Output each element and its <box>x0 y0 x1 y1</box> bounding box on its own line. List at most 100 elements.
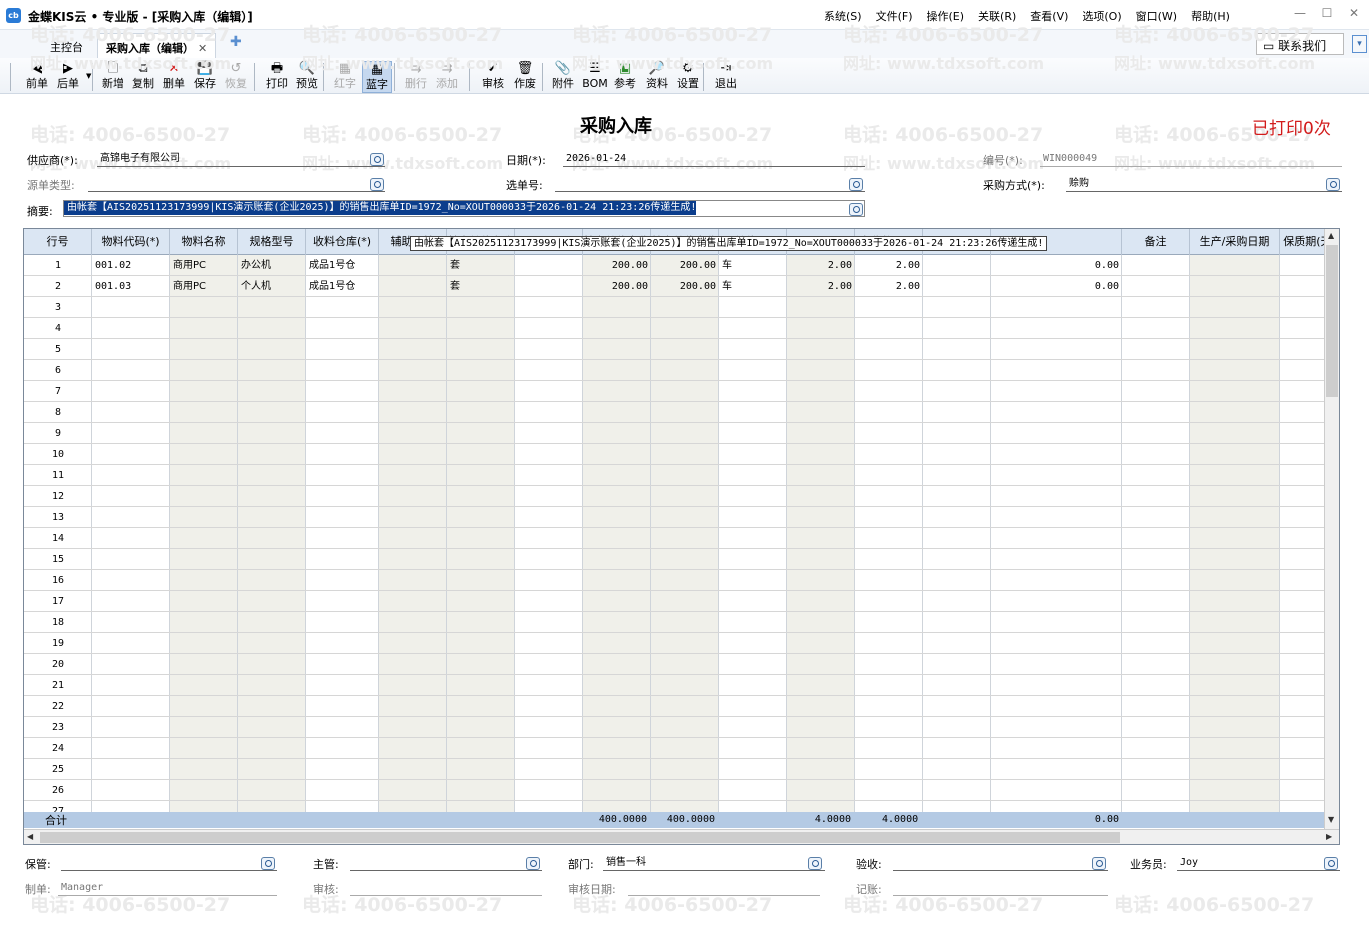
table-row[interactable]: 11 <box>24 465 1324 486</box>
horizontal-scrollbar[interactable]: ◀ ▶ <box>24 829 1339 844</box>
horizontal-scroll-thumb[interactable] <box>40 832 1120 843</box>
column-header[interactable]: 备注 <box>1122 229 1190 255</box>
supplier-field[interactable]: 高锦电子有限公司 <box>97 151 385 167</box>
cell-real_qty[interactable]: 200.00 <box>651 276 719 297</box>
menu-view[interactable]: 查看(V) <box>1030 8 1068 24</box>
column-header[interactable]: 规格型号 <box>238 229 306 255</box>
check-field[interactable] <box>893 855 1108 871</box>
cell-warehouse[interactable]: 成品1号仓 <box>306 255 379 276</box>
column-header[interactable]: 收料仓库(*) <box>306 229 379 255</box>
table-row[interactable]: 5 <box>24 339 1324 360</box>
prev-doc-button[interactable]: ◀ 前单 <box>22 61 52 93</box>
date-field[interactable]: 2026-01-24 <box>563 151 865 167</box>
table-row[interactable]: 25 <box>24 759 1324 780</box>
clerk-field[interactable]: Joy <box>1177 855 1340 871</box>
cell-due_qty[interactable]: 200.00 <box>583 255 651 276</box>
table-row[interactable]: 10 <box>24 444 1324 465</box>
manager-lookup-icon[interactable] <box>526 857 540 870</box>
vertical-scroll-thumb[interactable] <box>1326 245 1338 397</box>
dept-field[interactable]: 销售一科 <box>603 855 825 871</box>
scroll-right-icon[interactable]: ▶ <box>1326 832 1332 841</box>
cell-c14[interactable]: 0.00 <box>991 276 1122 297</box>
source-type-field[interactable] <box>88 176 385 192</box>
table-row[interactable]: 16 <box>24 570 1324 591</box>
minimize-button[interactable]: — <box>1290 6 1310 20</box>
table-row[interactable]: 9 <box>24 423 1324 444</box>
menu-operation[interactable]: 操作(E) <box>927 8 965 24</box>
table-row[interactable]: 6 <box>24 360 1324 381</box>
red-entry-button[interactable]: ▦ 红字 <box>330 61 360 93</box>
check-lookup-icon[interactable] <box>1092 857 1106 870</box>
tab-home[interactable]: 主控台 <box>42 33 91 58</box>
table-row[interactable]: 20 <box>24 654 1324 675</box>
supplier-lookup-icon[interactable] <box>370 153 384 166</box>
table-row[interactable]: 17 <box>24 591 1324 612</box>
table-row[interactable]: 3 <box>24 297 1324 318</box>
copy-button[interactable]: ⧉ 复制 <box>128 61 158 93</box>
data-button[interactable]: 🔎 资料 <box>642 61 672 93</box>
table-row[interactable]: 8 <box>24 402 1324 423</box>
cell-unit[interactable]: 套 <box>447 276 515 297</box>
delete-doc-button[interactable]: ✕ 删单 <box>159 61 189 93</box>
cell-code[interactable]: 001.02 <box>92 255 170 276</box>
panel-toggle-icon[interactable]: ▾ <box>1352 35 1367 53</box>
menu-window[interactable]: 窗口(W) <box>1136 8 1177 24</box>
table-row[interactable]: 13 <box>24 507 1324 528</box>
table-row[interactable]: 18 <box>24 612 1324 633</box>
cell-spec[interactable]: 办公机 <box>238 255 306 276</box>
blue-entry-button[interactable]: ▦ 蓝字 <box>362 61 392 93</box>
cell-c11[interactable]: 2.00 <box>787 255 855 276</box>
keeper-lookup-icon[interactable] <box>261 857 275 870</box>
scroll-left-icon[interactable]: ◀ <box>27 832 33 841</box>
table-row[interactable]: 7 <box>24 381 1324 402</box>
next-doc-dropdown-icon[interactable]: ▼ <box>86 72 91 80</box>
cell-unit[interactable]: 套 <box>447 255 515 276</box>
add-tab-icon[interactable]: ✚ <box>230 34 242 50</box>
restore-button[interactable]: ☐ <box>1317 6 1337 20</box>
select-no-lookup-icon[interactable] <box>849 178 863 191</box>
clerk-lookup-icon[interactable] <box>1324 857 1338 870</box>
purchase-method-field[interactable]: 赊购 <box>1066 176 1342 192</box>
vertical-scrollbar[interactable]: ▲ ▼ <box>1324 229 1339 829</box>
table-row[interactable]: 12 <box>24 486 1324 507</box>
menu-options[interactable]: 选项(O) <box>1082 8 1121 24</box>
cell-unit2[interactable]: 车 <box>719 255 787 276</box>
table-row[interactable]: 1 001.02 商用PC 办公机 成品1号仓套 200.00 200.00 车 2.00 2.0… <box>24 255 1324 276</box>
tab-close-icon[interactable]: ✕ <box>198 42 207 55</box>
manager-field[interactable] <box>350 855 542 871</box>
scroll-down-icon[interactable]: ▼ <box>1328 815 1334 824</box>
menu-help[interactable]: 帮助(H) <box>1191 8 1230 24</box>
cell-name[interactable]: 商用PC <box>170 255 238 276</box>
table-row[interactable]: 14 <box>24 528 1324 549</box>
delete-row-button[interactable]: ⇉ 删行 <box>401 61 431 93</box>
scroll-up-icon[interactable]: ▲ <box>1328 231 1334 240</box>
keeper-field[interactable] <box>61 855 277 871</box>
cell-real_qty[interactable]: 200.00 <box>651 255 719 276</box>
menu-file[interactable]: 文件(F) <box>876 8 913 24</box>
tab-purchase-receipt[interactable]: 采购入库（编辑） ✕ <box>97 33 217 58</box>
cell-unit2[interactable]: 车 <box>719 276 787 297</box>
new-button[interactable]: 🗋 新增 <box>98 61 128 93</box>
cell-c12[interactable]: 2.00 <box>855 255 923 276</box>
column-header[interactable]: 生产/采购日期 <box>1190 229 1280 255</box>
next-doc-button[interactable]: ▶ 后单 <box>53 61 83 93</box>
menu-relation[interactable]: 关联(R) <box>978 8 1016 24</box>
table-row[interactable]: 15 <box>24 549 1324 570</box>
cell-name[interactable]: 商用PC <box>170 276 238 297</box>
print-button[interactable]: 🖶 打印 <box>262 61 292 93</box>
add-row-button[interactable]: ⇉ 添加 <box>432 61 462 93</box>
select-no-field[interactable] <box>555 176 865 192</box>
column-header[interactable]: 行号 <box>24 229 92 255</box>
dept-lookup-icon[interactable] <box>808 857 822 870</box>
column-header[interactable]: 物料代码(*) <box>92 229 170 255</box>
cell-no[interactable]: 1 <box>24 255 92 276</box>
cell-no[interactable]: 2 <box>24 276 92 297</box>
table-row[interactable]: 23 <box>24 717 1324 738</box>
menu-system[interactable]: 系统(S) <box>824 8 862 24</box>
column-header[interactable]: 物料名称 <box>170 229 238 255</box>
cell-due_qty[interactable]: 200.00 <box>583 276 651 297</box>
reference-button[interactable]: ▣ 参考 <box>610 61 640 93</box>
summary-lookup-icon[interactable] <box>849 203 863 216</box>
table-row[interactable]: 4 <box>24 318 1324 339</box>
table-row[interactable]: 21 <box>24 675 1324 696</box>
